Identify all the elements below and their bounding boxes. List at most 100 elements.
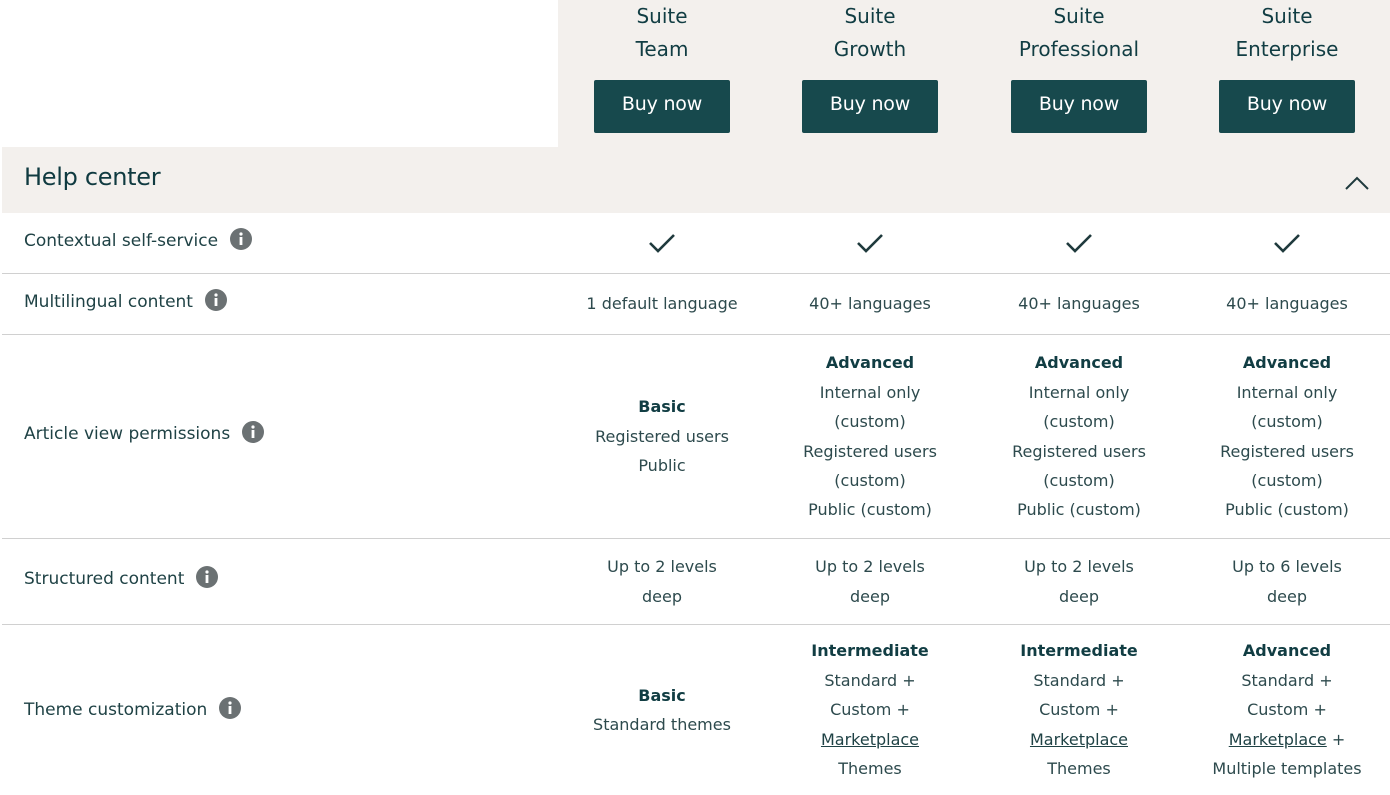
feature-cell: Basic Standard themes: [558, 625, 766, 795]
feature-cell: 40+ languages: [766, 274, 974, 334]
feature-cell: Advanced Internal only (custom) Registered …: [975, 335, 1183, 538]
feature-cell: Up to 2 levels deep: [558, 539, 766, 624]
feature-row: Article view permissions Basic Registered…: [2, 335, 1390, 539]
marketplace-link[interactable]: Marketplace: [1030, 730, 1128, 749]
cell-line: (custom): [1251, 470, 1323, 490]
info-icon[interactable]: [242, 421, 265, 443]
plan-column-team: Suite Team Buy now: [558, 0, 766, 147]
plan-name: Growth: [833, 37, 907, 61]
pricing-comparison-page: Suite Team Buy now Suite Growth Buy now …: [0, 0, 1390, 791]
plan-name: Professional: [1018, 37, 1140, 61]
chevron-up-icon[interactable]: [1344, 175, 1370, 191]
buy-now-button-professional[interactable]: Buy now: [1011, 80, 1147, 133]
cell-line: Custom +: [1247, 700, 1327, 720]
cell-line: Themes: [1047, 759, 1111, 779]
cell-line: 40+ languages: [1226, 294, 1348, 314]
marketplace-link[interactable]: Marketplace: [1229, 730, 1327, 749]
cell-line: Up to 6 levels: [1232, 557, 1342, 577]
cell-heading: Advanced: [1034, 353, 1124, 373]
feature-row: Multilingual content 1 default language …: [2, 274, 1390, 335]
feature-cell: Advanced Internal only (custom) Registered …: [766, 335, 974, 538]
feature-cell: Advanced Internal only (custom) Registered …: [1183, 335, 1390, 538]
feature-cell: Up to 6 levels deep: [1183, 539, 1390, 624]
feature-cell: 40+ languages: [975, 274, 1183, 334]
feature-cell: Advanced Standard + Custom + Marketplace + M…: [1183, 625, 1390, 795]
feature-cell: Up to 2 levels deep: [766, 539, 974, 624]
buy-now-button-team[interactable]: Buy now: [594, 80, 730, 133]
cell-line: Public: [638, 456, 686, 476]
cell-heading: Basic: [638, 685, 686, 705]
feature-cell: Up to 2 levels deep: [975, 539, 1183, 624]
cell-line: Standard +: [1241, 670, 1333, 690]
cell-line: (custom): [1251, 412, 1323, 432]
cell-heading: Advanced: [1242, 641, 1332, 661]
marketplace-link[interactable]: Marketplace: [821, 730, 919, 749]
feature-cell: Intermediate Standard + Custom + Marketplac…: [975, 625, 1183, 795]
cell-line: (custom): [1043, 470, 1115, 490]
checkmark-icon: [1274, 234, 1300, 253]
cell-heading: Intermediate: [1020, 641, 1138, 661]
plan-name: Enterprise: [1235, 37, 1339, 61]
cell-line: deep: [1267, 586, 1307, 606]
checkmark-icon: [1066, 234, 1092, 253]
cell-heading: Intermediate: [811, 641, 929, 661]
feature-label-text: Structured content: [24, 569, 185, 589]
info-icon[interactable]: [230, 228, 253, 250]
cell-line: Up to 2 levels: [815, 557, 925, 577]
feature-label-text: Article view permissions: [24, 424, 231, 444]
section-title: Help center: [24, 163, 161, 191]
info-icon[interactable]: [196, 566, 219, 588]
feature-cell: Basic Registered users Public: [558, 335, 766, 538]
cell-line: deep: [1059, 586, 1099, 606]
feature-cell: 1 default language: [558, 274, 766, 334]
cell-line: Themes: [838, 759, 902, 779]
cell-line: Public (custom): [808, 500, 932, 520]
cell-line: Marketplace: [975, 725, 1183, 754]
plan-column-enterprise: Suite Enterprise Buy now: [1183, 0, 1390, 147]
cell-line: Up to 2 levels: [1024, 557, 1134, 577]
section-header-help-center[interactable]: Help center: [2, 147, 1390, 213]
feature-label: Multilingual content: [24, 289, 227, 313]
cell-line: Standard +: [824, 670, 916, 690]
feature-cell: [1183, 213, 1390, 273]
cell-line: Public (custom): [1017, 500, 1141, 520]
checkmark-icon: [649, 234, 675, 253]
cell-line: 40+ languages: [809, 294, 931, 314]
plan-header: Suite Team Buy now Suite Growth Buy now …: [558, 0, 1390, 147]
cell-line: (custom): [1043, 412, 1115, 432]
checkmark-icon: [857, 234, 883, 253]
feature-label-text: Multilingual content: [24, 292, 193, 312]
cell-line: Up to 2 levels: [607, 557, 717, 577]
cell-line: Internal only: [1028, 382, 1130, 402]
cell-heading: Advanced: [825, 353, 915, 373]
plan-prefix: Suite: [1261, 4, 1313, 28]
cell-heading: Advanced: [1242, 353, 1332, 373]
cell-line: Registered users: [1220, 441, 1354, 461]
info-icon[interactable]: [219, 697, 242, 719]
info-icon[interactable]: [204, 289, 227, 311]
plan-column-growth: Suite Growth Buy now: [766, 0, 974, 147]
cell-heading: Basic: [638, 397, 686, 417]
cell-line: Standard themes: [593, 715, 731, 734]
cell-line: deep: [642, 586, 682, 606]
feature-label: Theme customization: [24, 697, 242, 721]
cell-line: (custom): [834, 470, 906, 490]
feature-label: Article view permissions: [24, 421, 265, 445]
cell-line: Internal only: [1236, 382, 1338, 402]
cell-line: Marketplace: [766, 725, 974, 754]
cell-line: Multiple templates: [1212, 759, 1362, 779]
feature-cell: [558, 213, 766, 273]
cell-line: deep: [850, 586, 890, 606]
cell-line: Marketplace +: [1183, 725, 1390, 754]
plan-column-professional: Suite Professional Buy now: [975, 0, 1183, 147]
feature-cell: 40+ languages: [1183, 274, 1390, 334]
cell-line: Custom +: [830, 700, 910, 720]
buy-now-button-growth[interactable]: Buy now: [802, 80, 938, 133]
buy-now-button-enterprise[interactable]: Buy now: [1219, 80, 1355, 133]
plan-prefix: Suite: [844, 4, 896, 28]
cell-line: 1 default language: [586, 294, 738, 314]
cell-line: Registered users: [1012, 441, 1146, 461]
feature-cell: Intermediate Standard + Custom + Marketplac…: [766, 625, 974, 795]
feature-label-text: Theme customization: [24, 700, 208, 720]
cell-line-suffix: +: [1326, 729, 1346, 749]
